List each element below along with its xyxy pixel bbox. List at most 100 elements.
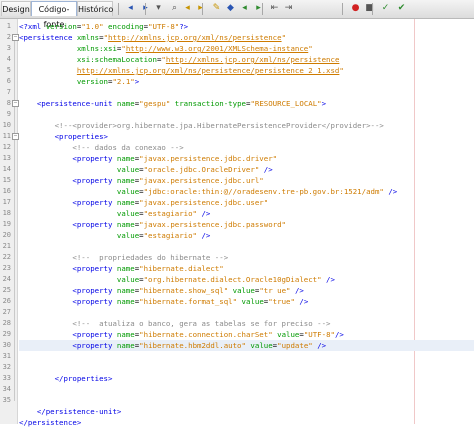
code-token: /> — [201, 209, 210, 218]
find-icon[interactable]: ⌕ — [168, 2, 181, 15]
line-number: 28 — [0, 318, 11, 329]
code-token: name — [117, 99, 135, 108]
code-token: <persistence-unit — [37, 99, 117, 108]
code-token: " — [339, 66, 343, 75]
code-token — [19, 198, 72, 207]
line-number: 1 — [0, 21, 11, 32]
find-next-icon[interactable]: ▸ — [194, 2, 207, 15]
find-prev-icon[interactable]: ◂ — [181, 2, 194, 15]
toolbar-separator — [342, 3, 343, 15]
line-number: 5 — [0, 65, 11, 76]
code-token: http://www.w3.org/2001/XMLSchema-instanc… — [126, 44, 308, 53]
fold-toggle-icon[interactable]: − — [12, 34, 19, 41]
stop-macro-icon[interactable]: ■ — [363, 2, 376, 15]
code-token — [19, 231, 117, 240]
line-number: 26 — [0, 296, 11, 307]
code-token: <property — [72, 297, 117, 306]
validate-xml-icon[interactable]: ✔ — [395, 2, 408, 15]
code-line: <property name="javax.persistence.jdbc.p… — [19, 219, 286, 230]
code-token: /> — [388, 187, 397, 196]
code-token — [19, 297, 72, 306]
shift-right-icon[interactable]: ⇥ — [282, 2, 295, 15]
line-number: 18 — [0, 208, 11, 219]
code-token: "2.1" — [112, 77, 134, 86]
code-token: /> — [317, 341, 326, 350]
fold-toggle-icon[interactable]: − — [12, 133, 19, 140]
code-token — [19, 264, 72, 273]
code-line: <property name="hibernate.format_sql" va… — [19, 296, 308, 307]
code-token: value — [242, 297, 264, 306]
code-token: <property — [72, 286, 117, 295]
code-token — [19, 55, 77, 64]
code-token: <persistence — [19, 33, 77, 42]
code-token: "javax.persistence.jdbc.url" — [139, 176, 264, 185]
code-token — [19, 187, 117, 196]
toggle-highlight-icon[interactable]: ✎ — [210, 2, 223, 15]
code-line: <?xml version="1.0" encoding="UTF-8"?> — [19, 21, 188, 32]
code-token — [19, 220, 72, 229]
code-token: <property — [72, 220, 117, 229]
code-token: encoding — [108, 22, 144, 31]
code-token: "estagiario" — [144, 231, 197, 240]
code-token: "hibernate.hbm2ddl.auto" — [139, 341, 246, 350]
code-token: "oracle.jdbc.OracleDriver" — [144, 165, 260, 174]
code-token: <property — [72, 341, 117, 350]
next-bookmark-icon[interactable]: ▸ — [252, 2, 265, 15]
code-line: <!--<provider>org.hibernate.jpa.Hibernat… — [19, 120, 384, 131]
line-number: 25 — [0, 285, 11, 296]
toolbar-separator — [372, 3, 373, 15]
code-token: "jdbc:oracle:thin:@//oradesenv.tre-pb.go… — [144, 187, 384, 196]
code-token — [19, 176, 72, 185]
line-number: 19 — [0, 219, 11, 230]
code-token: /> — [326, 275, 335, 284]
code-line: version="2.1"> — [19, 76, 139, 87]
line-number: 10 — [0, 120, 11, 131]
toggle-bookmark-icon[interactable]: ◆ — [224, 2, 237, 15]
code-token: /> — [295, 286, 304, 295]
code-token: "RESOURCE_LOCAL" — [250, 99, 321, 108]
code-token: xmlns — [77, 33, 99, 42]
tab-historico[interactable]: Histórico — [77, 1, 113, 16]
code-token: "true" — [268, 297, 295, 306]
record-macro-icon[interactable]: ● — [349, 2, 362, 15]
line-number: 9 — [0, 109, 11, 120]
line-number: 29 — [0, 329, 11, 340]
tab-codigo-fonte[interactable]: Código-fonte — [31, 1, 77, 16]
code-line: xmlns:xsi="http://www.w3.org/2001/XMLSch… — [19, 43, 313, 54]
code-token: name — [117, 176, 135, 185]
shift-left-icon[interactable]: ⇤ — [268, 2, 281, 15]
code-token: <property — [72, 264, 117, 273]
code-token: "javax.persistence.jdbc.driver" — [139, 154, 277, 163]
code-token: "hibernate.show_sql" — [139, 286, 228, 295]
code-line: </persistence-unit> — [19, 406, 121, 417]
line-number: 16 — [0, 186, 11, 197]
code-token: "javax.persistence.jdbc.password" — [139, 220, 286, 229]
code-token: ?> — [179, 22, 188, 31]
fold-guide — [14, 140, 15, 357]
code-token — [19, 66, 77, 75]
line-number: 8 — [0, 98, 11, 109]
code-token: http://xmlns.jcp.org/xml/ns/persistence/… — [77, 66, 340, 75]
code-token: </properties> — [55, 374, 113, 383]
line-number: 4 — [0, 54, 11, 65]
back-icon[interactable]: ◂ — [124, 2, 137, 15]
code-editor[interactable]: <?xml version="1.0" encoding="UTF-8"?><p… — [19, 19, 474, 424]
code-line: value="estagiario" /> — [19, 208, 210, 219]
fold-toggle-icon[interactable]: − — [12, 100, 19, 107]
prev-bookmark-icon[interactable]: ◂ — [238, 2, 251, 15]
code-token — [19, 253, 72, 262]
tab-design[interactable]: Design — [1, 1, 31, 16]
code-line: <property name="javax.persistence.jdbc.u… — [19, 197, 268, 208]
code-token: "estagiario" — [144, 209, 197, 218]
code-token: "gespu" — [139, 99, 170, 108]
code-token — [19, 44, 77, 53]
line-number: 13 — [0, 153, 11, 164]
code-line: xsi:schemaLocation="http://xmlns.jcp.org… — [19, 54, 339, 65]
toggle-icon[interactable]: ▾ — [152, 2, 165, 15]
code-token: value — [117, 209, 139, 218]
code-token: <?xml — [19, 22, 46, 31]
line-number: 35 — [0, 395, 11, 406]
code-line: value="oracle.jdbc.OracleDriver" /> — [19, 164, 273, 175]
line-number: 34 — [0, 384, 11, 395]
check-xml-icon[interactable]: ✓ — [379, 2, 392, 15]
